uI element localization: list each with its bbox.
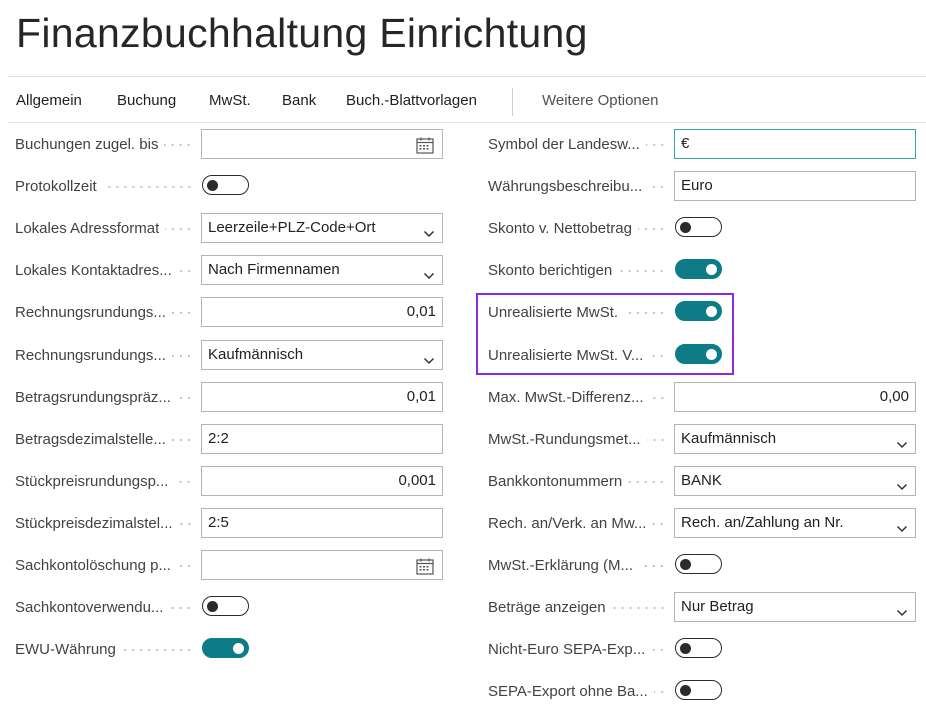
field-label: Skonto berichtigen (488, 262, 613, 279)
label-dots (649, 397, 666, 399)
highlight-box (476, 293, 734, 375)
field-label: Max. MwSt.-Differenz... (488, 389, 644, 406)
field-label: Währungsbeschreibu... (488, 178, 643, 195)
tab-buch-blattvorlagen[interactable]: Buch.-Blattvorlagen (346, 92, 477, 109)
toggle-switch[interactable] (675, 554, 722, 574)
field-value: Euro (681, 177, 713, 194)
toggle-switch[interactable] (675, 638, 722, 658)
field-row-right-2: Skonto v. Nettobetrag (0, 213, 926, 247)
field-label: Rech. an/Verk. an Mw... (488, 515, 647, 532)
field-row-right-10: MwSt.-Erklärung (M... (0, 550, 926, 584)
field-row-right-4: Unrealisierte MwSt. (0, 297, 926, 331)
field-label: MwSt.-Erklärung (M... (488, 557, 634, 574)
field-value: € (681, 135, 690, 152)
nav-divider (8, 122, 926, 123)
toggle-knob (680, 642, 691, 654)
label-dots (651, 649, 666, 651)
chevron-down-icon[interactable] (896, 475, 908, 491)
more-options-button[interactable]: Weitere Optionen (542, 92, 658, 109)
field-value: Rech. an/Zahlung an Nr. (681, 514, 844, 531)
input-field[interactable]: € (674, 129, 916, 159)
field-label: Symbol der Landesw... (488, 136, 640, 153)
label-dots (653, 691, 666, 693)
input-field[interactable]: Euro (674, 171, 916, 201)
toggle-switch[interactable] (675, 259, 722, 279)
toggle-knob (680, 558, 691, 570)
input-field[interactable]: 0,00 (674, 382, 916, 412)
label-dots (618, 270, 666, 272)
dropdown-field[interactable]: Kaufmännisch (674, 424, 916, 454)
field-row-right-7: MwSt.-Rundungsmet... Kaufmännisch (0, 424, 926, 458)
field-label: Beträge anzeigen (488, 599, 606, 616)
label-dots (646, 439, 666, 441)
toggle-knob (706, 263, 717, 275)
field-row-right-1: Währungsbeschreibu... Euro (0, 171, 926, 205)
field-row-right-11: Beträge anzeigen Nur Betrag (0, 592, 926, 626)
label-dots (637, 228, 666, 230)
tab-bank[interactable]: Bank (282, 92, 316, 109)
field-row-right-12: Nicht-Euro SEPA-Exp... (0, 634, 926, 668)
dropdown-field[interactable]: BANK (674, 466, 916, 496)
field-row-right-13: SEPA-Export ohne Ba... (0, 676, 926, 710)
nav-separator (512, 88, 513, 116)
field-label: Skonto v. Nettobetrag (488, 220, 632, 237)
field-row-right-9: Rech. an/Verk. an Mw... Rech. an/Zahlung … (0, 508, 926, 542)
field-value: Kaufmännisch (681, 430, 777, 447)
toggle-knob (680, 684, 691, 696)
tab-allgemein[interactable]: Allgemein (16, 92, 82, 109)
field-row-right-3: Skonto berichtigen (0, 255, 926, 289)
chevron-down-icon[interactable] (896, 433, 908, 449)
toggle-knob (680, 221, 691, 233)
field-value: 0,00 (879, 388, 909, 405)
dropdown-field[interactable]: Nur Betrag (674, 592, 916, 622)
tab-buchung[interactable]: Buchung (117, 92, 176, 109)
field-value: BANK (681, 472, 722, 489)
field-label: SEPA-Export ohne Ba... (488, 683, 648, 700)
dropdown-field[interactable]: Rech. an/Zahlung an Nr. (674, 508, 916, 538)
chevron-down-icon[interactable] (896, 601, 908, 617)
label-dots (645, 144, 666, 146)
toggle-switch[interactable] (675, 680, 722, 700)
title-divider (8, 76, 926, 77)
field-row-right-5: Unrealisierte MwSt. V... (0, 340, 926, 374)
field-label: Nicht-Euro SEPA-Exp... (488, 641, 646, 658)
chevron-down-icon[interactable] (896, 517, 908, 533)
label-dots (628, 481, 666, 483)
field-value: Nur Betrag (681, 598, 754, 615)
tab-mwst[interactable]: MwSt. (209, 92, 251, 109)
field-row-right-6: Max. MwSt.-Differenz... 0,00 (0, 382, 926, 416)
field-label: MwSt.-Rundungsmet... (488, 431, 641, 448)
field-row-right-8: Bankkontonummern BANK (0, 466, 926, 500)
toggle-switch[interactable] (675, 217, 722, 237)
field-label: Bankkontonummern (488, 473, 623, 490)
label-dots (652, 523, 666, 525)
label-dots (611, 607, 666, 609)
page-title: Finanzbuchhaltung Einrichtung (16, 10, 588, 56)
label-dots (639, 565, 666, 567)
label-dots (648, 186, 666, 188)
field-row-right-0: Symbol der Landesw... € (0, 129, 926, 163)
